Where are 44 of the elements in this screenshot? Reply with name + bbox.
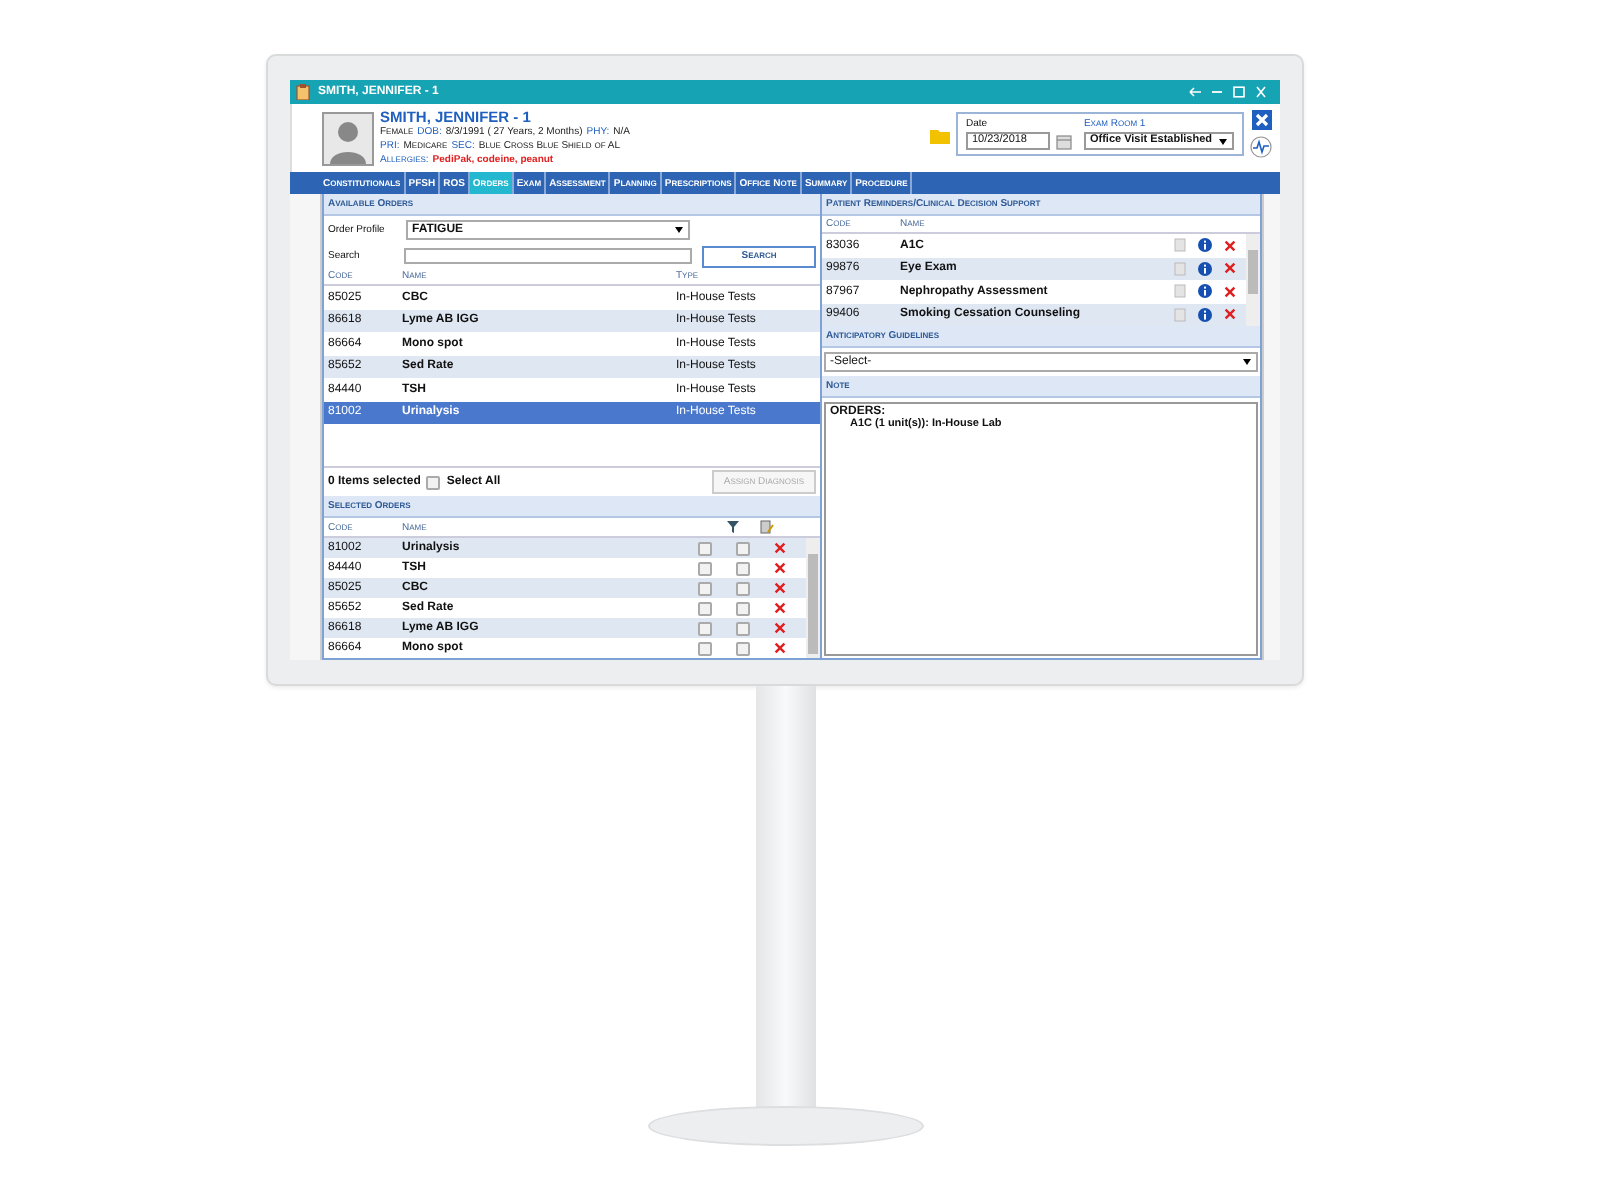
clipboard-icon	[296, 84, 310, 100]
delete-icon[interactable]	[774, 622, 786, 634]
scrollbar[interactable]	[1246, 234, 1260, 326]
checkbox[interactable]	[736, 581, 750, 595]
delete-icon[interactable]	[774, 582, 786, 594]
folder-icon[interactable]	[929, 128, 950, 144]
calendar-icon[interactable]	[1055, 133, 1072, 149]
delete-icon[interactable]	[774, 602, 786, 614]
checkbox[interactable]	[736, 541, 750, 555]
checkbox[interactable]	[698, 641, 712, 655]
checkbox[interactable]	[736, 601, 750, 615]
select-all-checkbox[interactable]	[426, 475, 441, 489]
search-field[interactable]	[404, 248, 693, 264]
delete-icon[interactable]	[774, 642, 786, 654]
delete-icon[interactable]	[1224, 262, 1236, 275]
minimize-icon[interactable]	[1210, 86, 1224, 98]
avatar-placeholder	[322, 111, 374, 165]
caret-icon	[1242, 358, 1252, 366]
delete-icon[interactable]	[774, 542, 786, 554]
checkbox[interactable]	[698, 601, 712, 615]
back-icon[interactable]	[1188, 86, 1202, 98]
delete-icon[interactable]	[1224, 239, 1236, 252]
checkbox[interactable]	[698, 621, 712, 635]
scrollbar[interactable]	[806, 538, 820, 658]
caret-icon	[674, 226, 684, 234]
info-icon[interactable]	[1198, 307, 1212, 322]
info-icon[interactable]	[1198, 284, 1212, 299]
maximize-icon[interactable]	[1232, 86, 1246, 98]
checkbox[interactable]	[698, 561, 712, 575]
close-icon[interactable]	[1251, 110, 1271, 130]
close-icon[interactable]	[1254, 86, 1268, 98]
heartbeat-icon[interactable]	[1250, 136, 1272, 158]
delete-icon[interactable]	[1224, 285, 1236, 298]
checkbox[interactable]	[698, 541, 712, 555]
checkbox[interactable]	[736, 561, 750, 575]
checkbox[interactable]	[736, 621, 750, 635]
delete-icon[interactable]	[1224, 308, 1236, 321]
checkbox[interactable]	[698, 581, 712, 595]
checkbox[interactable]	[736, 641, 750, 655]
caret-icon	[1218, 137, 1228, 145]
delete-icon[interactable]	[774, 562, 786, 574]
info-icon[interactable]	[1198, 261, 1212, 276]
edit-document-icon[interactable]	[760, 520, 774, 534]
info-icon[interactable]	[1198, 238, 1212, 253]
